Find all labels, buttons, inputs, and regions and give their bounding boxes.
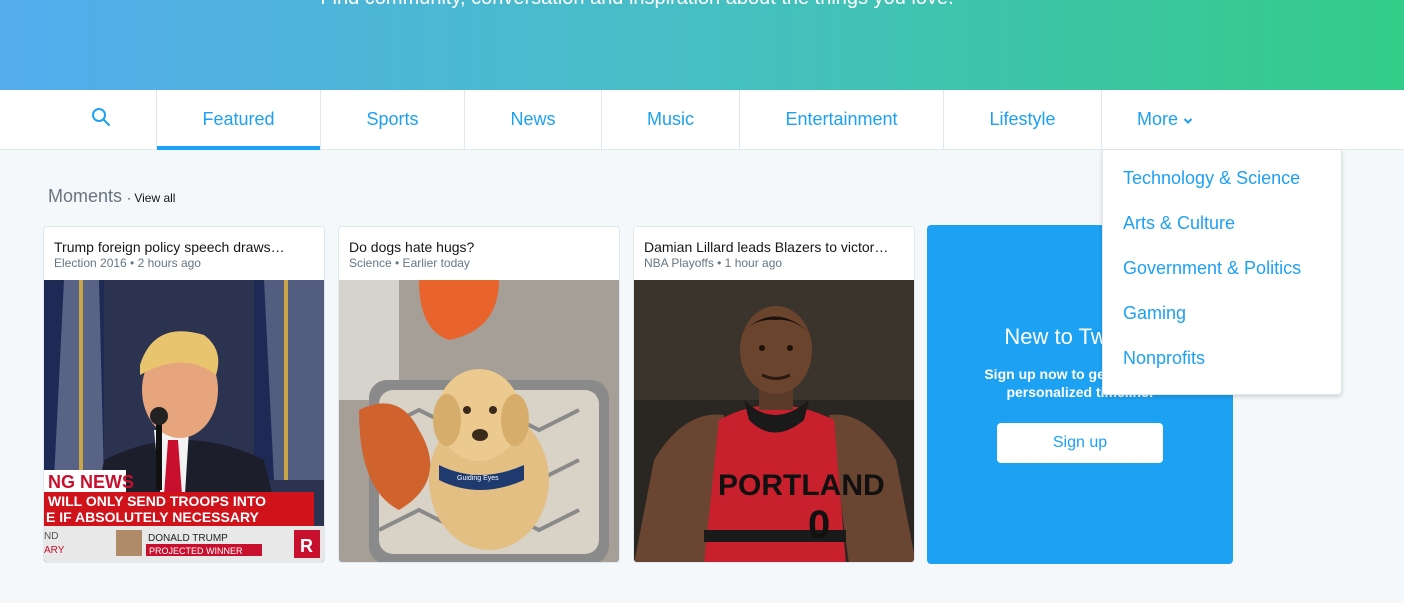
party-badge: R <box>300 536 313 556</box>
sign-up-button[interactable]: Sign up <box>997 423 1163 463</box>
card-image-basketball-player: PORTLAND 0 <box>634 280 914 562</box>
card-meta: Election 2016 • 2 hours ago <box>54 256 201 270</box>
tab-label: More <box>1136 109 1178 129</box>
more-dropdown-menu: Technology & Science Arts & Culture Gove… <box>1102 150 1342 395</box>
menu-item-technology-science[interactable]: Technology & Science <box>1123 168 1300 189</box>
card-meta: Science • Earlier today <box>349 256 470 270</box>
tab-sports[interactable]: Sports <box>321 90 465 149</box>
jersey-number: 0 <box>808 503 830 547</box>
category-nav: Featured Sports News Music Entertainment… <box>0 90 1404 150</box>
moment-card[interactable]: Damian Lillard leads Blazers to victor… … <box>633 226 915 563</box>
menu-item-gaming[interactable]: Gaming <box>1123 303 1186 324</box>
hero-tagline: Find community, conversation and inspira… <box>0 0 1274 10</box>
moments-title: Moments <box>48 186 123 206</box>
ticker-edge-1: ND <box>44 531 58 542</box>
tab-label: News <box>510 109 556 129</box>
card-image-politician-speech: NG NEWS WILL ONLY SEND TROOPS INTO E IF … <box>44 280 324 562</box>
card-image-dog-on-bed: Guiding Eyes <box>339 280 619 562</box>
menu-item-nonprofits[interactable]: Nonprofits <box>1123 348 1205 369</box>
menu-item-arts-culture[interactable]: Arts & Culture <box>1123 213 1235 234</box>
tab-lifestyle[interactable]: Lifestyle <box>944 90 1102 149</box>
hero-banner: Find community, conversation and inspira… <box>0 0 1404 90</box>
ticker-edge-2: ARY <box>44 545 65 556</box>
tab-featured[interactable]: Featured <box>157 90 321 150</box>
tab-label: Sports <box>366 109 419 129</box>
tab-label: Entertainment <box>785 109 898 129</box>
card-title: Trump foreign policy speech draws… <box>54 239 285 255</box>
chevron-down-icon <box>1183 109 1193 130</box>
tab-news[interactable]: News <box>465 90 602 149</box>
ticker-line-2: E IF ABSOLUTELY NECESSARY <box>46 509 260 525</box>
nav-divider <box>156 90 157 149</box>
vest-label: Guiding Eyes <box>457 475 499 482</box>
moment-card[interactable]: Do dogs hate hugs? Science • Earlier tod… <box>338 226 620 563</box>
projected-winner-label: PROJECTED WINNER <box>149 546 243 556</box>
candidate-name: DONALD TRUMP <box>148 533 228 544</box>
breaking-news-label: NG NEWS <box>48 472 134 492</box>
view-all-link[interactable]: · View all <box>127 191 175 205</box>
card-title: Damian Lillard leads Blazers to victor… <box>644 239 889 255</box>
ticker-line-1: WILL ONLY SEND TROOPS INTO <box>48 493 266 509</box>
tab-entertainment[interactable]: Entertainment <box>740 90 944 149</box>
menu-item-government-politics[interactable]: Government & Politics <box>1123 258 1301 279</box>
tab-music[interactable]: Music <box>602 90 740 149</box>
search-icon[interactable] <box>91 107 111 132</box>
tab-more[interactable]: More <box>1102 90 1228 149</box>
card-title: Do dogs hate hugs? <box>349 239 475 255</box>
tab-label: Lifestyle <box>989 109 1056 129</box>
tab-label: Music <box>646 109 694 129</box>
moment-card[interactable]: Trump foreign policy speech draws… Elect… <box>43 226 325 563</box>
card-meta: NBA Playoffs • 1 hour ago <box>644 256 783 270</box>
tab-label: Featured <box>202 109 275 129</box>
jersey-text: PORTLAND <box>718 469 885 502</box>
nav-search[interactable] <box>46 90 157 149</box>
